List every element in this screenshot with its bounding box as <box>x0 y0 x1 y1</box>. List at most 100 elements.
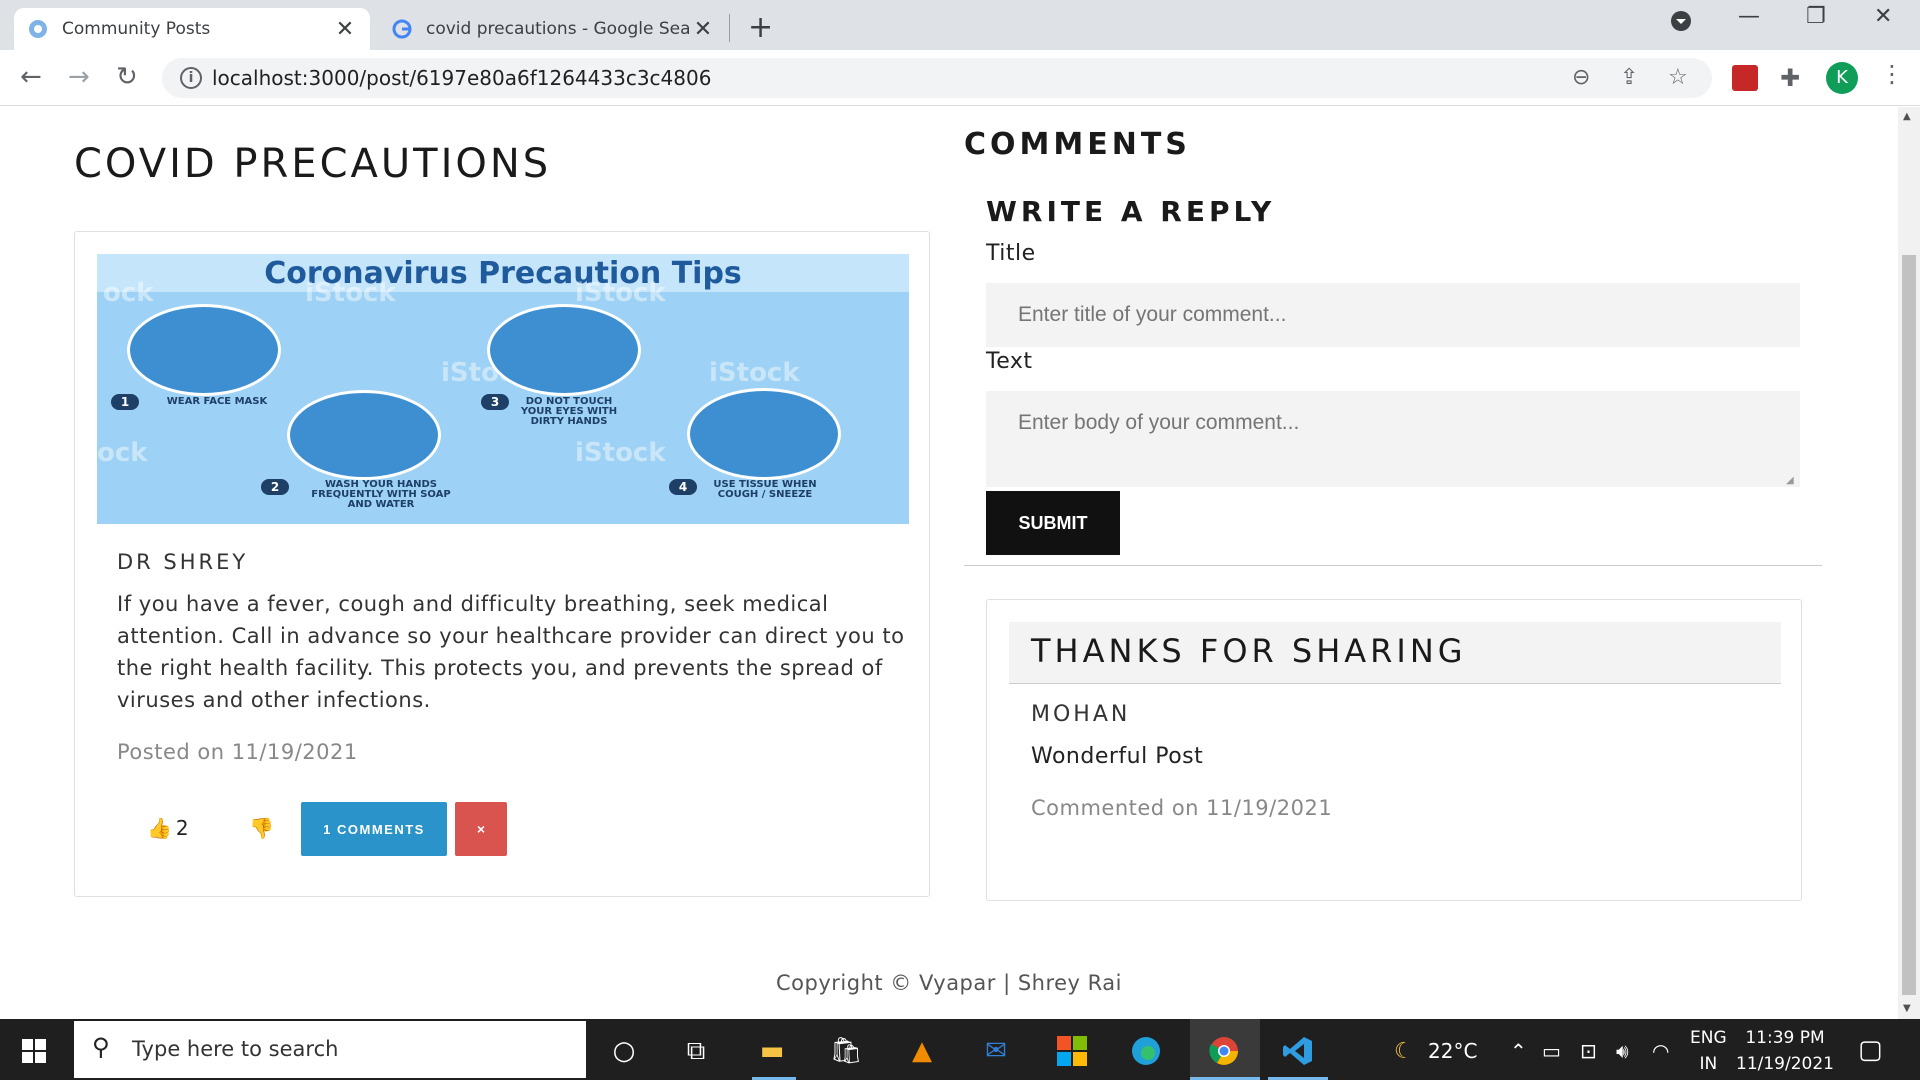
tab-title: Community Posts <box>62 19 211 39</box>
vscode-icon[interactable] <box>1278 1031 1318 1071</box>
close-tab-icon[interactable]: ✕ <box>692 17 714 42</box>
watermark: iStock <box>709 358 800 388</box>
extensions-puzzle-icon[interactable]: ✚ <box>1780 64 1800 92</box>
thumbs-down-icon: 👎 <box>249 816 274 840</box>
mail-icon[interactable]: ✉ <box>976 1031 1016 1071</box>
write-reply-heading: WRITE A REPLY <box>986 195 1276 228</box>
delete-post-button[interactable]: × <box>455 802 507 856</box>
text-label: Text <box>986 349 1033 374</box>
comment-title: THANKS FOR SHARING <box>1031 632 1467 670</box>
search-icon: ⚲ <box>92 1033 110 1061</box>
show-hidden-icons-icon[interactable]: ⌃ <box>1510 1039 1527 1063</box>
tip-label: WEAR FACE MASK <box>166 396 268 407</box>
battery-icon[interactable]: ▭ <box>1542 1039 1561 1063</box>
back-icon[interactable]: ← <box>20 62 42 92</box>
wifi-icon[interactable]: ◠ <box>1652 1039 1669 1063</box>
dislike-button[interactable]: 👎 <box>249 816 274 840</box>
browser-tab-bar: Community Posts ✕ covid precautions - Go… <box>0 0 1920 50</box>
comment-title-bar: THANKS FOR SHARING <box>1009 622 1781 684</box>
restore-icon[interactable]: ❐ <box>1806 4 1826 29</box>
post-body: If you have a fever, cough and difficult… <box>117 592 905 712</box>
footer-copyright: Copyright © Vyapar | Shrey Rai <box>776 971 1122 995</box>
watermark: ock <box>103 278 154 308</box>
url-text[interactable]: localhost:3000/post/6197e80a6f1264433c3c… <box>212 66 711 90</box>
edge-icon[interactable] <box>1126 1031 1166 1071</box>
watermark: iStock <box>575 278 666 308</box>
comment-text: Wonderful Post <box>1031 744 1204 769</box>
like-button[interactable]: 👍 2 <box>147 816 189 840</box>
windows-taskbar: ⚲ Type here to search ○ ⧉ ▬ 🛍 ▲ ✉ ☾ 22°C… <box>0 1019 1920 1080</box>
page-scrollbar[interactable]: ▲ ▼ <box>1898 107 1920 1019</box>
tissue-cough-illustration <box>687 388 841 480</box>
globe-icon <box>29 20 47 38</box>
vlc-icon[interactable]: ▲ <box>902 1031 942 1071</box>
tip-number: 1 <box>111 394 139 410</box>
google-icon <box>392 19 412 39</box>
comments-button[interactable]: 1 COMMENTS <box>301 802 447 856</box>
taskbar-search-box[interactable]: ⚲ Type here to search <box>74 1021 586 1078</box>
windows-start-icon[interactable] <box>22 1039 46 1063</box>
share-icon[interactable]: ⇪ <box>1620 65 1638 90</box>
post-card: Coronavirus Precaution Tips ock iStock i… <box>74 231 930 897</box>
weather-moon-icon[interactable]: ☾ <box>1394 1039 1414 1064</box>
reload-icon[interactable]: ↻ <box>116 62 138 92</box>
zoom-icon[interactable]: ⊖ <box>1572 65 1590 90</box>
resize-handle-icon[interactable]: ◢ <box>1786 475 1798 487</box>
submit-button[interactable]: SUBMIT <box>986 491 1120 555</box>
clock-time: 11:39 PM <box>1745 1028 1825 1048</box>
tab-title: covid precautions - Google Search <box>426 19 692 39</box>
comment-title-input[interactable] <box>986 283 1800 347</box>
tab-google-search[interactable]: covid precautions - Google Search ✕ <box>378 8 728 50</box>
title-label: Title <box>986 241 1036 266</box>
close-tab-icon[interactable]: ✕ <box>334 17 356 42</box>
post-title: COVID PRECAUTIONS <box>74 141 552 187</box>
cortana-icon[interactable]: ○ <box>604 1031 644 1071</box>
tip-label: WASH YOUR HANDS FREQUENTLY WITH SOAP AND… <box>311 479 451 510</box>
system-clock[interactable]: 11:39 PM 11/19/2021 <box>1736 1025 1834 1077</box>
network-status-icon[interactable]: ⊡ <box>1580 1039 1597 1063</box>
watermark: iStock <box>575 438 666 468</box>
volume-icon[interactable]: 🔊︎ <box>1616 1039 1629 1063</box>
like-count: 2 <box>175 816 189 840</box>
tab-search-icon[interactable] <box>1670 10 1692 38</box>
scrollbar-thumb[interactable] <box>1902 255 1916 995</box>
close-window-icon[interactable]: ✕ <box>1874 4 1892 29</box>
address-bar[interactable]: i localhost:3000/post/6197e80a6f1264433c… <box>162 58 1712 98</box>
office-icon[interactable] <box>1052 1031 1092 1071</box>
image-heading: Coronavirus Precaution Tips <box>264 256 742 291</box>
tip-label: USE TISSUE WHEN COUGH / SNEEZE <box>713 479 817 500</box>
forward-icon[interactable]: → <box>68 62 90 92</box>
extension-icon[interactable] <box>1732 65 1758 91</box>
region: IN <box>1699 1054 1718 1074</box>
language-indicator[interactable]: ENG IN <box>1690 1025 1727 1077</box>
minimize-icon[interactable]: — <box>1738 4 1760 29</box>
task-view-icon[interactable]: ⧉ <box>676 1031 716 1071</box>
profile-avatar[interactable]: K <box>1826 62 1858 94</box>
site-info-icon[interactable]: i <box>180 67 202 89</box>
tip-number: 4 <box>669 479 697 495</box>
browser-menu-icon[interactable]: ⋮ <box>1880 60 1904 88</box>
new-tab-icon[interactable]: + <box>748 10 773 45</box>
clock-date: 11/19/2021 <box>1736 1054 1834 1074</box>
page-content: COVID PRECAUTIONS Coronavirus Precaution… <box>0 107 1898 1019</box>
touch-eyes-illustration <box>487 304 641 396</box>
file-explorer-icon[interactable]: ▬ <box>752 1031 792 1071</box>
temperature[interactable]: 22°C <box>1428 1039 1477 1063</box>
microsoft-store-icon[interactable]: 🛍 <box>826 1031 866 1071</box>
comments-heading: COMMENTS <box>964 127 1191 162</box>
comment-card: THANKS FOR SHARING MOHAN Wonderful Post … <box>986 599 1802 901</box>
tab-community-posts[interactable]: Community Posts ✕ <box>14 8 370 50</box>
notifications-icon[interactable]: ▢ <box>1858 1035 1883 1065</box>
comment-date: Commented on 11/19/2021 <box>1031 796 1333 820</box>
face-mask-illustration <box>127 304 281 396</box>
scroll-up-icon[interactable]: ▲ <box>1903 111 1911 122</box>
divider <box>964 565 1822 566</box>
language: ENG <box>1690 1028 1727 1048</box>
chrome-icon[interactable] <box>1204 1031 1244 1071</box>
watermark: iStock <box>305 278 396 308</box>
taskbar-search-placeholder: Type here to search <box>132 1037 339 1061</box>
browser-toolbar: ← → ↻ i localhost:3000/post/6197e80a6f12… <box>0 50 1920 106</box>
bookmark-star-icon[interactable]: ☆ <box>1668 65 1688 90</box>
scroll-down-icon[interactable]: ▼ <box>1903 1003 1911 1014</box>
comment-body-input[interactable] <box>986 391 1800 487</box>
